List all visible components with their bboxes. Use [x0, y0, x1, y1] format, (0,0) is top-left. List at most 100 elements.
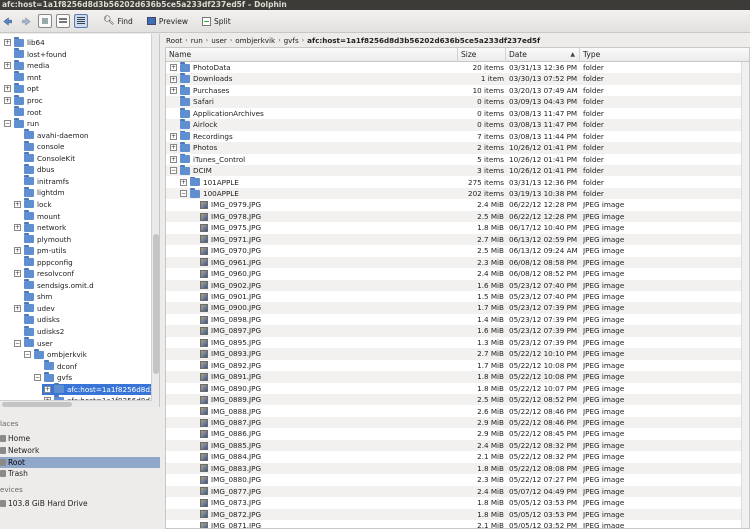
table-row[interactable]: − 100APPLE 202 items 03/19/13 10:38 PM folde…: [166, 187, 749, 200]
place-home[interactable]: Home: [0, 433, 160, 444]
tree-item[interactable]: udisks: [0, 313, 60, 326]
tree-item[interactable]: + network: [0, 221, 66, 234]
table-row[interactable]: IMG_0880.JPG 2.3 MiB 05/22/12 07:27 PM JPEG…: [166, 474, 749, 485]
tree-item[interactable]: lost+found: [0, 48, 67, 61]
expand-icon[interactable]: +: [4, 62, 11, 70]
tree-item[interactable]: console: [0, 140, 64, 153]
table-row[interactable]: IMG_0888.JPG 2.6 MiB 05/22/12 08:46 PM JPEG…: [166, 406, 749, 417]
tree-item[interactable]: root: [0, 106, 41, 118]
scrollbar-thumb[interactable]: [2, 402, 72, 407]
details-view-button[interactable]: [74, 14, 88, 28]
table-row[interactable]: Airlock 0 items 03/08/13 11:47 PM folder: [166, 119, 749, 131]
place-trash[interactable]: Trash: [0, 468, 160, 479]
expand-icon[interactable]: +: [170, 75, 177, 83]
icons-view-button[interactable]: [38, 14, 52, 28]
breadcrumb-item[interactable]: run: [191, 36, 203, 45]
table-row[interactable]: IMG_0895.JPG 1.3 MiB 05/23/12 07:39 PM JPEG…: [166, 337, 749, 348]
expand-icon[interactable]: +: [44, 385, 51, 393]
table-row[interactable]: IMG_0871.JPG 2.1 MiB 05/05/12 03:52 PM JPEG…: [166, 520, 749, 528]
tree-item[interactable]: + opt: [0, 82, 39, 95]
breadcrumb-item[interactable]: ombjerkvik: [235, 36, 275, 45]
tree-item[interactable]: − run: [0, 117, 39, 130]
breadcrumb-current[interactable]: afc:host=1a1f8256d8d3b56202d636b5ce5a233…: [307, 36, 540, 45]
column-header-date[interactable]: Date ▲: [506, 48, 580, 62]
collapse-icon[interactable]: −: [170, 167, 177, 175]
expand-icon[interactable]: +: [14, 270, 21, 278]
collapse-icon[interactable]: −: [34, 374, 41, 382]
tree-item[interactable]: + lib64: [0, 36, 45, 49]
table-row[interactable]: IMG_0885.JPG 2.4 MiB 05/22/12 08:32 PM JPEG…: [166, 439, 749, 452]
tree-item[interactable]: avahi-daemon: [0, 129, 89, 141]
tree-item[interactable]: shm: [0, 290, 52, 303]
expand-icon[interactable]: +: [14, 200, 21, 208]
table-row[interactable]: + Photos 2 items 10/26/12 01:41 PM folder: [166, 142, 749, 154]
split-button[interactable]: Split: [197, 12, 236, 31]
table-row[interactable]: IMG_0978.JPG 2.5 MiB 06/22/12 12:28 PM JPEG…: [166, 210, 749, 223]
tree-item[interactable]: + resolvconf: [0, 267, 74, 280]
table-row[interactable]: IMG_0975.JPG 1.8 MiB 06/17/12 10:40 PM JPEG…: [166, 222, 749, 233]
tree-item[interactable]: dbus: [0, 163, 54, 176]
details-view[interactable]: Name Size Date ▲ Type + PhotoData 20 items…: [165, 47, 750, 529]
tree-item[interactable]: mount: [0, 210, 60, 222]
expand-icon[interactable]: +: [4, 85, 11, 93]
tree-item[interactable]: + udev: [0, 302, 55, 315]
tree-item[interactable]: − ombjerkvik: [0, 348, 87, 361]
find-button[interactable]: 🔍︎ Find: [98, 12, 138, 31]
tree-item[interactable]: − user: [0, 337, 53, 349]
table-row[interactable]: IMG_0891.JPG 1.8 MiB 05/22/12 10:08 PM JPEG…: [166, 371, 749, 383]
table-row[interactable]: + PhotoData 20 items 03/31/13 12:36 PM folde…: [166, 62, 749, 73]
breadcrumb-item[interactable]: gvfs: [284, 36, 299, 45]
table-row[interactable]: IMG_0961.JPG 2.3 MiB 06/08/12 08:58 PM JPEG…: [166, 256, 749, 269]
table-row[interactable]: IMG_0892.JPG 1.7 MiB 05/22/12 10:08 PM JPEG…: [166, 360, 749, 371]
scrollbar-thumb[interactable]: [153, 234, 159, 374]
table-row[interactable]: + iTunes_Control 5 items 10/26/12 01:41 PM f…: [166, 153, 749, 165]
tree-item[interactable]: + proc: [0, 94, 43, 107]
column-header-type[interactable]: Type: [580, 48, 749, 62]
tree-item[interactable]: + lock: [0, 198, 52, 211]
place-network[interactable]: Network: [0, 445, 160, 456]
table-row[interactable]: IMG_0893.JPG 2.7 MiB 05/22/12 10:10 PM JPEG…: [166, 348, 749, 360]
tree-item[interactable]: plymouth: [0, 233, 71, 245]
details-vertical-scrollbar[interactable]: [741, 62, 749, 528]
tree-item[interactable]: sendsigs.omit.d: [0, 279, 94, 292]
table-row[interactable]: IMG_0901.JPG 1.5 MiB 05/23/12 07:40 PM JPEG…: [166, 291, 749, 302]
place-root[interactable]: Root: [0, 457, 160, 468]
table-row[interactable]: IMG_0979.JPG 2.4 MiB 06/22/12 12:28 PM JPEG…: [166, 199, 749, 210]
expand-icon[interactable]: +: [180, 178, 187, 186]
expand-icon[interactable]: +: [170, 87, 177, 95]
table-row[interactable]: +101APPLE 275 items 03/31/13 12:36 PM folde…: [166, 176, 749, 188]
table-row[interactable]: IMG_0960.JPG 2.4 MiB 06/08/12 08:52 PM JPEG…: [166, 268, 749, 279]
table-row[interactable]: IMG_0971.JPG 2.7 MiB 06/13/12 02:59 PM JPEG…: [166, 233, 749, 246]
collapse-icon[interactable]: −: [180, 190, 187, 198]
table-row[interactable]: IMG_0877.JPG 2.4 MiB 05/07/12 04:49 PM JPEG…: [166, 485, 749, 498]
tree-item[interactable]: mnt: [0, 71, 41, 84]
expand-icon[interactable]: +: [14, 304, 21, 312]
expand-icon[interactable]: +: [14, 224, 21, 232]
expand-icon[interactable]: +: [170, 132, 177, 140]
expand-icon[interactable]: +: [14, 247, 21, 255]
table-row[interactable]: + Recordings 7 items 03/08/13 11:44 PM folde…: [166, 130, 749, 142]
folders-vertical-scrollbar[interactable]: [151, 34, 159, 407]
table-row[interactable]: IMG_0886.JPG 2.9 MiB 05/22/12 08:45 PM JPEG…: [166, 428, 749, 439]
collapse-icon[interactable]: −: [24, 351, 31, 359]
table-row[interactable]: + Purchases 10 items 03/20/13 07:49 AM folde…: [166, 84, 749, 96]
table-row[interactable]: IMG_0889.JPG 2.5 MiB 05/22/12 08:52 PM JPEG…: [166, 394, 749, 406]
expand-icon[interactable]: +: [4, 39, 11, 47]
table-row[interactable]: IMG_0890.JPG 1.8 MiB 05/22/12 10:07 PM JPEG…: [166, 383, 749, 394]
tree-item[interactable]: − gvfs: [0, 371, 72, 384]
collapse-icon[interactable]: −: [14, 339, 21, 347]
tree-item[interactable]: + media: [0, 59, 49, 72]
folders-panel[interactable]: + lib64 lost+found + media mnt + opt + proc root − r…: [0, 34, 160, 407]
breadcrumb-item[interactable]: user: [211, 36, 227, 45]
table-row[interactable]: Safari 0 items 03/09/13 04:43 PM folder: [166, 96, 749, 108]
table-row[interactable]: ApplicationArchives 0 items 03/08/13 11:47…: [166, 107, 749, 119]
table-row[interactable]: IMG_0873.JPG 1.8 MiB 05/05/12 03:53 PM JPEG…: [166, 497, 749, 508]
compact-view-button[interactable]: [56, 14, 70, 28]
table-row[interactable]: IMG_0900.JPG 1.7 MiB 05/23/12 07:39 PM JPEG…: [166, 302, 749, 314]
column-header-size[interactable]: Size: [458, 48, 506, 62]
table-row[interactable]: IMG_0884.JPG 2.1 MiB 05/22/12 08:32 PM JPEG…: [166, 451, 749, 462]
table-row[interactable]: IMG_0872.JPG 1.8 MiB 05/05/12 03:53 PM JPEG…: [166, 508, 749, 520]
tree-item[interactable]: initramfs: [0, 175, 69, 188]
table-row[interactable]: IMG_0883.JPG 1.8 MiB 05/22/12 08:08 PM JPEG…: [166, 462, 749, 475]
table-row[interactable]: IMG_0897.JPG 1.6 MiB 05/23/12 07:39 PM JPEG…: [166, 325, 749, 337]
